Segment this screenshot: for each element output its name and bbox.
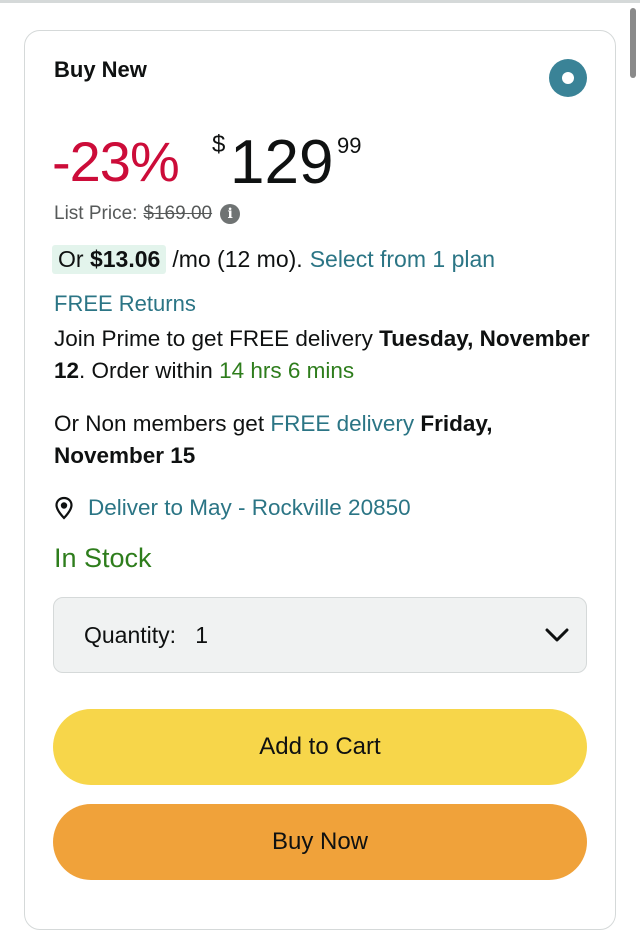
order-within-text: . Order within (79, 358, 213, 383)
quantity-label-wrap: Quantity: 1 (84, 622, 208, 649)
location-pin-icon (55, 496, 73, 520)
non-member-delivery-message: Or Non members get FREE delivery Friday,… (54, 408, 594, 472)
monthly-term: /mo (12 mo). (172, 246, 303, 272)
buy-new-title: Buy New (54, 57, 147, 82)
currency-symbol: $ (212, 131, 226, 158)
add-to-cart-button[interactable]: Add to Cart (53, 709, 587, 785)
quantity-value: 1 (195, 621, 209, 648)
monthly-badge: Or $13.06 (52, 245, 167, 274)
radio-dot (562, 72, 574, 84)
prime-delivery-message: Join Prime to get FREE delivery Tuesday,… (54, 323, 594, 387)
list-price-label: List Price: (54, 203, 138, 224)
quantity-select[interactable]: Quantity: 1 (53, 597, 587, 673)
prime-delivery-text: Join Prime to get FREE delivery (54, 326, 373, 351)
free-delivery-link[interactable]: FREE delivery (270, 411, 414, 436)
price-fraction: 99 (337, 133, 362, 158)
select-plan-link[interactable]: Select from 1 plan (310, 246, 495, 273)
deliver-to-address: Deliver to May - Rockville 20850 (88, 495, 411, 520)
price-whole: 129 (230, 128, 334, 197)
order-countdown: 14 hrs 6 mins (219, 358, 355, 383)
discount-percent: -23% (52, 130, 180, 193)
info-icon[interactable]: i (220, 204, 241, 224)
stock-status: In Stock (54, 543, 152, 573)
monthly-prefix: Or (58, 246, 84, 272)
deliver-to-link[interactable]: Deliver to May - Rockville 20850 (52, 495, 411, 521)
buy-now-button[interactable]: Buy Now (53, 804, 587, 880)
non-member-text: Or Non members get (54, 411, 265, 436)
scrollbar[interactable] (630, 8, 636, 78)
free-returns-link[interactable]: FREE Returns (54, 291, 196, 317)
top-divider (0, 0, 640, 3)
radio-selected-icon[interactable] (549, 59, 587, 97)
monthly-amount: $13.06 (89, 246, 161, 272)
list-price-value: $169.00 (143, 203, 213, 224)
chevron-down-icon (545, 628, 569, 642)
list-price: List Price: $169.00 i (54, 203, 241, 225)
quantity-label: Quantity: (84, 621, 177, 648)
monthly-payment: Or $13.06 /mo (12 mo). Select from 1 pla… (52, 245, 495, 274)
quantity-space (182, 622, 188, 648)
buy-box: Buy New -23% $ 129 99 List Price: $169.0… (24, 30, 616, 930)
